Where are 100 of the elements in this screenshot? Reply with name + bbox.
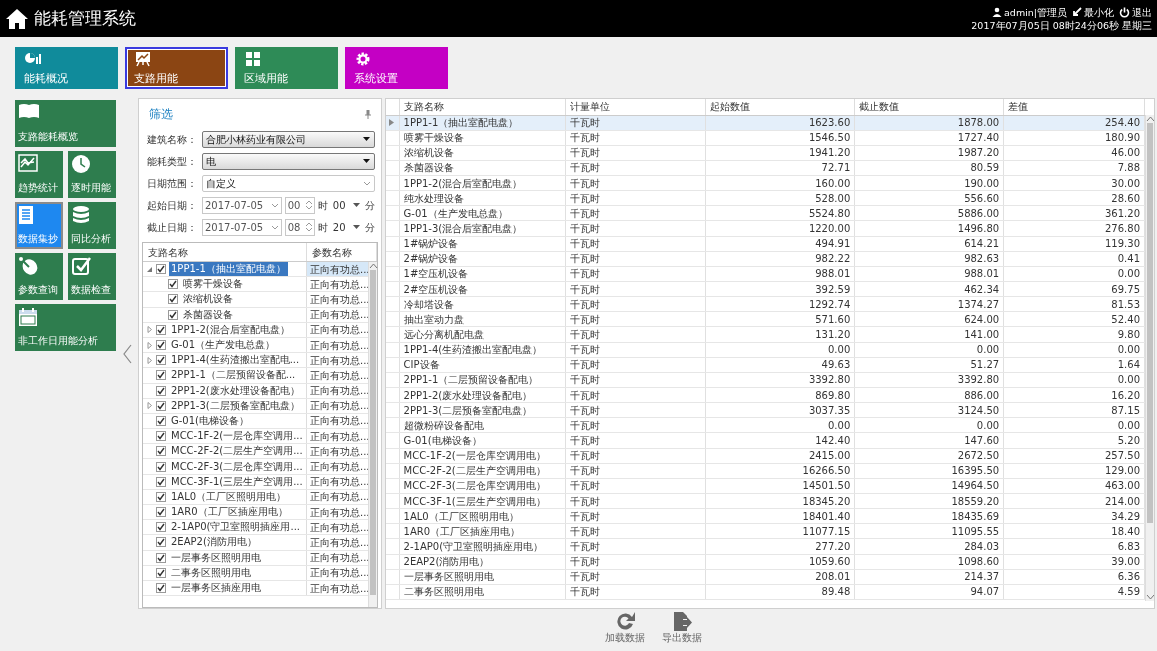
date-field[interactable]: 2017-07-05 (202, 218, 282, 236)
table-cell: 千瓦时 (565, 281, 706, 297)
checkbox[interactable] (156, 415, 166, 426)
minimize-icon (1072, 7, 1082, 17)
tree-item[interactable]: 一层事务区照明用电 (169, 550, 263, 565)
pin-icon[interactable] (365, 109, 371, 119)
tree-item[interactable]: G-01(电梯设备） (169, 413, 251, 428)
checkbox[interactable] (156, 355, 166, 366)
table-cell: 571.60 (705, 311, 855, 327)
book-icon (18, 103, 40, 119)
sidebar-tile[interactable]: 数据集抄 (15, 202, 63, 249)
table-cell: 129.00 (1003, 463, 1145, 479)
table-cell: 52.40 (1003, 311, 1145, 327)
table-cell-text: 正向有功总... (309, 384, 369, 398)
expand-toggle-icon[interactable] (146, 341, 153, 349)
expand-toggle-icon[interactable] (146, 356, 153, 364)
checkbox[interactable] (156, 522, 166, 533)
checkbox[interactable] (156, 537, 166, 548)
tree-item[interactable]: 2PP1-3(二层预备室配电盘） (169, 398, 302, 413)
tree-item[interactable]: 1PP1-4(生药渣搬出室配电... (169, 353, 302, 368)
checkbox[interactable] (156, 385, 166, 396)
table-cell: 0.41 (1003, 251, 1145, 267)
scrollbar[interactable] (1145, 115, 1154, 601)
hour-spinner[interactable]: 00 (284, 196, 315, 214)
sidebar-tile[interactable]: 同比分析 (68, 202, 116, 249)
dropdown-field[interactable]: 自定义 (202, 174, 375, 192)
column-header: 支路名称 (399, 99, 566, 115)
tree-item[interactable]: 1PP1-2(混合后室配电盘） (169, 322, 292, 337)
tree-item[interactable]: MCC-3F-1(三层生产空调用... (169, 474, 305, 489)
field-label: 建筑名称： (147, 132, 198, 147)
checkbox[interactable] (156, 431, 166, 442)
dropdown-field[interactable]: 电 (202, 152, 375, 170)
tree-item[interactable]: 2PP1-2(废水处理设备配电） (169, 383, 302, 398)
checkbox[interactable] (156, 446, 166, 457)
logout-button[interactable]: 退出 (1119, 5, 1152, 19)
tree-item[interactable]: 1AR0（工厂区插座用电） (169, 505, 290, 520)
checkbox[interactable] (168, 294, 178, 305)
checkbox[interactable] (156, 400, 166, 411)
toolbar-button[interactable]: 导出数据 (656, 611, 708, 643)
sidebar-tile[interactable]: 趋势统计 (15, 151, 63, 198)
spinner-icon (305, 222, 312, 232)
module-tab[interactable]: 能耗概况 (15, 47, 118, 89)
module-tab[interactable]: 系统设置 (345, 47, 448, 89)
tree-item[interactable]: 浓缩机设备 (181, 292, 235, 307)
checkbox[interactable] (156, 264, 166, 275)
module-tab[interactable]: 区域用能 (235, 47, 338, 89)
calendar-icon (18, 307, 38, 327)
sidebar-tile[interactable]: 数据检查 (68, 253, 116, 300)
checkbox[interactable] (156, 461, 166, 472)
module-tab[interactable]: 支路用能 (125, 47, 228, 89)
table-cell: G-01（生产发电总盘） (399, 205, 566, 221)
checkbox[interactable] (168, 279, 178, 290)
gear-icon (354, 51, 372, 67)
expand-toggle-icon[interactable] (146, 402, 153, 410)
sidebar-tile[interactable]: 非工作日用能分析 (15, 304, 116, 351)
tree-item[interactable]: 1PP1-1（抽出室配电盘） (169, 262, 288, 277)
sidebar-tile[interactable]: 参数查询 (15, 253, 63, 300)
minimize-button[interactable]: 最小化 (1072, 5, 1114, 19)
tree-item[interactable]: MCC-1F-2(一层仓库空调用... (169, 429, 305, 444)
scrollbar[interactable] (368, 262, 377, 607)
collapse-toggle-icon[interactable] (146, 265, 153, 273)
checkbox[interactable] (156, 567, 166, 578)
expand-toggle-icon[interactable] (146, 326, 153, 334)
table-cell: 千瓦时 (565, 190, 706, 206)
hour-spinner[interactable]: 08 (284, 218, 315, 236)
checkbox[interactable] (156, 340, 166, 351)
sidebar-tile[interactable]: 逐时用能 (68, 151, 116, 198)
checkbox[interactable] (156, 476, 166, 487)
table-cell-text: 正向有功总... (309, 308, 369, 322)
checkbox[interactable] (168, 309, 178, 320)
sidebar-tile[interactable]: 支路能耗概览 (15, 100, 116, 147)
checkbox[interactable] (156, 583, 166, 594)
checkbox[interactable] (156, 324, 166, 335)
checkbox[interactable] (156, 507, 166, 518)
table-cell: 462.34 (854, 281, 1004, 297)
table-cell: 千瓦时 (565, 160, 706, 176)
checkbox[interactable] (156, 491, 166, 502)
checkbox[interactable] (156, 370, 166, 381)
tree-item[interactable]: 一层事务区插座用电 (169, 581, 263, 596)
tree-item[interactable]: 杀菌器设备 (181, 307, 235, 322)
caret-icon (270, 202, 279, 208)
table-cell: 141.00 (854, 326, 1004, 343)
dropdown-field[interactable]: 合肥小林药业有限公司 (202, 130, 375, 148)
tree-item[interactable]: 2EAP2(消防用电） (169, 535, 259, 550)
collapse-icon[interactable] (122, 343, 132, 364)
table-cell: 1098.60 (854, 554, 1004, 570)
tree-item[interactable]: MCC-2F-3(二层仓库空调用... (169, 459, 305, 474)
table-cell-text: 正向有功总... (309, 490, 369, 504)
table-cell: 千瓦时 (565, 478, 706, 494)
tree-item[interactable]: 2-1AP0(守卫室照明插座用... (169, 520, 302, 535)
tree-item[interactable]: 2PP1-1（二层预留设备配... (169, 368, 298, 383)
tree-item[interactable]: 喷雾干燥设备 (181, 277, 245, 292)
toolbar-button[interactable]: 加载数据 (599, 611, 651, 643)
tree-item[interactable]: 二事务区照明用电 (169, 565, 253, 580)
tree-item[interactable]: 1AL0（工厂区照明用电） (169, 489, 289, 504)
date-field[interactable]: 2017-07-05 (202, 196, 282, 214)
tree-item[interactable]: G-01（生产发电总盘） (169, 338, 278, 353)
checkbox[interactable] (156, 552, 166, 563)
tree-item[interactable]: MCC-2F-2(二层生产空调用... (169, 444, 305, 459)
table-cell: 982.22 (705, 251, 855, 267)
